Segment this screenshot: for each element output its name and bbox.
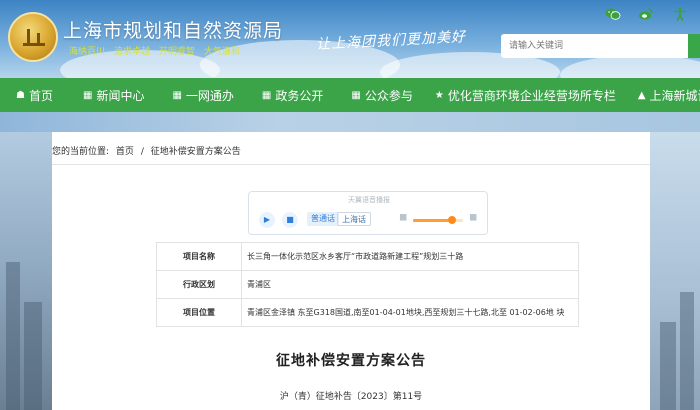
search-button[interactable] xyxy=(688,34,700,58)
city-spirit-item: 追求卓越 xyxy=(114,47,151,57)
table-cell-value: 青浦区 xyxy=(241,270,579,299)
table-cell-value: 长三角一体化示范区水乡客厅“市政道路新建工程”规划三十路 xyxy=(241,242,579,271)
city-spirit-item: 大气谦和 xyxy=(204,47,241,57)
search-input[interactable] xyxy=(501,34,700,58)
nav-item-home[interactable]: ☗ 首页 xyxy=(16,78,53,112)
nav-item-label: 公众参与 xyxy=(364,88,413,103)
player-hint: 天翼语音播报 xyxy=(348,196,390,204)
breadcrumb-home[interactable]: 首页 xyxy=(116,147,134,157)
news-icon: ▦ xyxy=(82,89,93,101)
header-cloud xyxy=(560,55,700,78)
people-icon: ▦ xyxy=(351,89,361,101)
volume-slider[interactable] xyxy=(413,216,463,224)
city-spirit-item: 海纳百川 xyxy=(69,47,106,57)
background-building xyxy=(680,292,694,410)
site-logo[interactable] xyxy=(8,12,58,62)
nav-item-newcity[interactable]: ▲ 上海新城设计 xyxy=(638,78,700,112)
star-icon: ★ xyxy=(434,89,444,101)
city-spirit-item: 开明睿智 xyxy=(159,47,196,57)
accessibility-icon[interactable] xyxy=(671,6,689,22)
nav-item-business[interactable]: ★ 优化营商环境企业经营场所专栏 xyxy=(435,78,616,112)
weibo-icon[interactable] xyxy=(637,6,655,22)
document-title: 征地补偿安置方案公告 xyxy=(276,353,426,369)
nav-item-news[interactable]: ▦ 新闻中心 xyxy=(83,78,144,112)
home-icon: ☗ xyxy=(16,89,25,101)
nav-item-label: 优化营商环境企业经营场所专栏 xyxy=(447,88,616,103)
project-info-table: 项目名称 长三角一体化示范区水乡客厅“市政道路新建工程”规划三十路 行政区划 青… xyxy=(156,242,579,327)
volume-fill xyxy=(413,219,452,222)
play-icon[interactable]: ▶ xyxy=(259,212,275,228)
nav-item-label: 首页 xyxy=(28,88,53,103)
site-title[interactable]: 上海市规划和自然资源局 xyxy=(63,16,283,43)
content-panel: 您的当前位置: 首页 / 征地补偿安置方案公告 天翼语音播报 ▶ ■ 普通话 上… xyxy=(52,132,650,410)
slogan: 让上海团我们更加美好 xyxy=(315,29,467,53)
service-icon: ▦ xyxy=(172,89,182,101)
breadcrumb-divider xyxy=(52,164,650,165)
audio-player: 天翼语音播报 ▶ ■ 普通话 上海话 ◼ ◼ xyxy=(248,191,488,235)
background-photo-top xyxy=(0,112,700,132)
background-building xyxy=(660,322,676,410)
table-cell-value: 青浦区金泽镇 东至G318国道,南至01-04-01地块,西至规划三十七路,北至… xyxy=(241,298,579,327)
nav-item-gov-open[interactable]: ▦ 政务公开 xyxy=(262,78,323,112)
nav-item-label: 新闻中心 xyxy=(96,88,145,103)
volume-down-icon[interactable]: ◼ xyxy=(399,212,407,223)
nav-item-label: 一网通办 xyxy=(185,88,234,103)
building-icon: ▲ xyxy=(637,89,646,101)
table-cell-label: 行政区划 xyxy=(156,270,242,299)
nav-item-label: 政务公开 xyxy=(275,88,324,103)
volume-up-icon[interactable]: ◼ xyxy=(469,212,477,223)
background-building xyxy=(24,302,42,410)
table-cell-label: 项目名称 xyxy=(156,242,242,271)
lang-mandarin-button[interactable]: 普通话 xyxy=(307,212,339,226)
breadcrumb-separator: / xyxy=(140,147,144,157)
table-row: 项目名称 长三角一体化示范区水乡客厅“市政道路新建工程”规划三十路 xyxy=(156,242,579,271)
stop-icon[interactable]: ■ xyxy=(282,212,298,228)
nav-item-service[interactable]: ▦ 一网通办 xyxy=(172,78,233,112)
document-number: 沪（青）征地补告〔2023〕第11号 xyxy=(279,392,423,402)
volume-knob[interactable] xyxy=(448,216,456,224)
logo-emblem-icon xyxy=(23,28,45,46)
breadcrumb-prefix: 您的当前位置: xyxy=(52,147,110,157)
breadcrumb-current[interactable]: 征地补偿安置方案公告 xyxy=(151,147,241,157)
main-nav: ☗ 首页 ▦ 新闻中心 ▦ 一网通办 ▦ 政务公开 ▦ 公众参与 ★ 优化营商环… xyxy=(0,78,700,112)
breadcrumb: 您的当前位置: 首页 / 征地补偿安置方案公告 xyxy=(52,144,650,157)
document-icon: ▦ xyxy=(261,89,272,101)
background-building xyxy=(6,262,20,410)
lang-shanghainese-button[interactable]: 上海话 xyxy=(337,212,371,226)
table-cell-label: 项目位置 xyxy=(156,298,242,327)
background-photo-right xyxy=(650,132,700,410)
city-spirit-row: 海纳百川 追求卓越 开明睿智 大气谦和 xyxy=(69,44,240,57)
site-header: 上海市规划和自然资源局 海纳百川 追求卓越 开明睿智 大气谦和 让上海团我们更加… xyxy=(0,0,700,78)
nav-item-public[interactable]: ▦ 公众参与 xyxy=(351,78,412,112)
background-photo-left xyxy=(0,132,52,410)
nav-item-label: 上海新城设计 xyxy=(649,88,700,103)
table-row: 行政区划 青浦区 xyxy=(156,270,579,299)
wechat-icon[interactable] xyxy=(604,6,622,22)
table-row: 项目位置 青浦区金泽镇 东至G318国道,南至01-04-01地块,西至规划三十… xyxy=(156,298,579,327)
